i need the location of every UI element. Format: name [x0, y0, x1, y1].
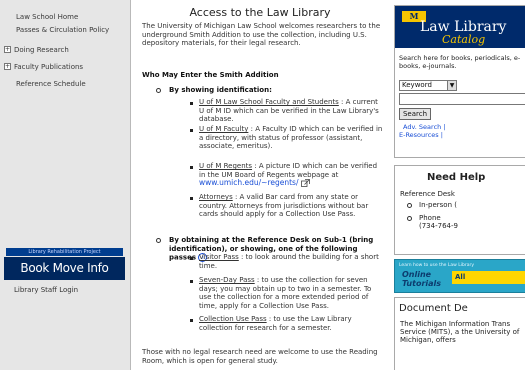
section-heading: Who May Enter the Smith Addition: [142, 71, 279, 79]
identification-heading: By showing identification:: [169, 86, 272, 94]
bullet-square-icon: [190, 197, 193, 200]
sidebar-item-label: Passes & Circulation Policy: [16, 26, 110, 34]
tutorial-word-tag: All: [452, 271, 525, 284]
sidebar-item-faculty-publications[interactable]: + Faculty Publications: [4, 63, 84, 71]
sidebar-item-law-school-home[interactable]: Law School Home: [16, 13, 78, 21]
catalog-description: Search here for books, periodicals, e-bo…: [399, 54, 521, 70]
phone-number: (734-764-9: [419, 222, 458, 230]
select-value: Keyword: [402, 81, 432, 89]
left-sidebar: Law School Home Passes & Circulation Pol…: [0, 0, 131, 370]
main-content: Access to the Law Library The University…: [133, 0, 387, 370]
sidebar-item-doing-research[interactable]: + Doing Research: [4, 46, 69, 54]
staff-login-link[interactable]: Library Staff Login: [14, 286, 78, 294]
um-regents-link[interactable]: U of M Regents: [199, 162, 252, 170]
external-link-icon[interactable]: [300, 179, 310, 187]
documents-panel: Document De The Michigan Information Tra…: [394, 297, 525, 370]
list-item: Visitor Pass : to look around the buildi…: [199, 253, 379, 270]
list-item: Seven-Day Pass : to use the collection f…: [199, 276, 372, 310]
bullet-circle-icon: [156, 88, 161, 93]
intro-paragraph: The University of Michigan Law School we…: [142, 22, 381, 47]
search-input[interactable]: [399, 93, 525, 105]
attorneys-link[interactable]: Attorneys: [199, 193, 233, 201]
list-item: U of M Regents : A picture ID which can …: [199, 162, 378, 187]
help-panel: Need Help Reference Desk In-person ( Pho…: [394, 165, 525, 255]
help-title: Need Help: [427, 172, 486, 183]
list-item: Attorneys : A valid Bar card from any st…: [199, 193, 369, 218]
bullet-square-icon: [190, 280, 193, 283]
sidebar-item-passes-circulation[interactable]: Passes & Circulation Policy: [16, 26, 116, 34]
advanced-search-link[interactable]: Adv. Search |: [403, 123, 446, 131]
sidebar-item-label: Doing Research: [14, 46, 69, 54]
page-title: Access to the Law Library: [189, 6, 331, 19]
documents-text: The Michigan Information Trans Service (…: [400, 320, 520, 344]
sidebar-item-label: Faculty Publications: [14, 63, 84, 71]
catalog-banner[interactable]: M Law Library Catalog: [395, 6, 525, 48]
right-sidebar: M Law Library Catalog Search here for bo…: [390, 0, 525, 370]
closing-paragraph: Those with no legal research need are we…: [142, 348, 378, 365]
tutorial-tagline: Learn how to use the Law Library: [399, 263, 474, 268]
bullet-square-icon: [190, 257, 193, 260]
e-resources-link[interactable]: E-Resources |: [399, 131, 443, 139]
plus-icon[interactable]: +: [4, 63, 11, 70]
documents-title: Document De: [399, 303, 468, 314]
sidebar-item-label: Law School Home: [16, 13, 79, 21]
online-tutorials-banner[interactable]: Learn how to use the Law Library Online …: [394, 259, 525, 293]
chevron-down-icon[interactable]: ▼: [447, 81, 456, 90]
library-project-banner[interactable]: Library Rehabilitation Project: [6, 248, 123, 256]
list-item: U of M Faculty : A Faculty ID which can …: [199, 125, 383, 150]
regents-url-link[interactable]: www.umich.edu/~regents/: [199, 178, 298, 187]
sidebar-item-label: Reference Schedule: [16, 80, 86, 88]
catalog-title: Law Library: [420, 19, 507, 35]
plus-icon[interactable]: +: [4, 46, 11, 53]
list-item: Collection Use Pass : to use the Law Lib…: [199, 315, 352, 332]
sidebar-item-reference-schedule[interactable]: Reference Schedule: [16, 80, 86, 88]
bullet-circle-icon: [407, 203, 412, 208]
bullet-square-icon: [190, 102, 193, 105]
visitor-pass-link[interactable]: Visitor Pass: [199, 253, 239, 261]
seven-day-pass-link[interactable]: Seven-Day Pass: [199, 276, 255, 284]
law-students-link[interactable]: U of M Law School Faculty and Students: [199, 98, 339, 106]
catalog-panel: M Law Library Catalog Search here for bo…: [394, 5, 525, 158]
bullet-square-icon: [190, 166, 193, 169]
bullet-circle-icon: [407, 216, 412, 221]
collection-use-pass-link[interactable]: Collection Use Pass: [199, 315, 267, 323]
help-desk-label: Reference Desk: [400, 190, 455, 198]
search-type-select[interactable]: Keyword ▼: [399, 80, 457, 91]
bullet-circle-icon: [156, 238, 161, 243]
help-in-person: In-person (: [419, 201, 457, 209]
bullet-square-icon: [190, 319, 193, 322]
bullet-square-icon: [190, 129, 193, 132]
list-item: U of M Law School Faculty and Students :…: [199, 98, 379, 123]
catalog-subtitle: Catalog: [442, 33, 486, 46]
tutorial-title: Online Tutorials: [402, 270, 442, 288]
um-faculty-link[interactable]: U of M Faculty: [199, 125, 248, 133]
book-move-info-button[interactable]: Book Move Info: [4, 257, 125, 280]
search-button[interactable]: Search: [399, 108, 431, 120]
help-phone: Phone (734-764-9: [419, 214, 458, 230]
